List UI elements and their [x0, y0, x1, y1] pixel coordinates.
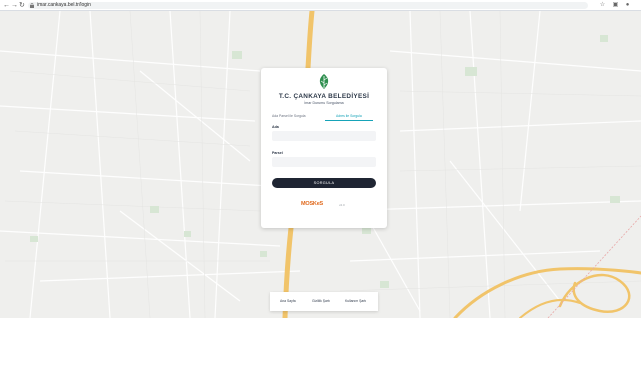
extensions-icon[interactable]: ▣	[612, 2, 619, 9]
brand-version: v2.0	[339, 203, 345, 207]
lock-icon	[30, 3, 34, 8]
parsel-label: Parsel	[272, 151, 283, 155]
page-subtitle: İmar Durumu Sorgulama	[304, 101, 344, 105]
brand-logo: MOSKeS	[301, 201, 324, 207]
footer-link-home[interactable]: Ana Sayfa	[280, 299, 296, 303]
active-tab-indicator	[325, 120, 373, 121]
login-card: T.C. ÇANKAYA BELEDİYESİ İmar Durumu Sorg…	[261, 68, 387, 228]
reload-icon[interactable]: ↻	[19, 1, 25, 10]
footer-links: Ana Sayfa Gizlilik Şartı Kullanım Şartı	[270, 292, 378, 311]
back-icon[interactable]: ←	[3, 1, 10, 10]
url-text: imar.cankaya.bel.tr/login	[37, 2, 91, 8]
page-title: T.C. ÇANKAYA BELEDİYESİ	[278, 93, 370, 100]
address-bar[interactable]: imar.cankaya.bel.tr/login	[28, 2, 588, 9]
ada-input[interactable]	[272, 131, 376, 141]
submit-button[interactable]: SORGULA	[272, 178, 376, 188]
parsel-input[interactable]	[272, 157, 376, 167]
footer-link-terms[interactable]: Kullanım Şartı	[345, 299, 366, 303]
forward-icon[interactable]: →	[11, 1, 18, 10]
browser-toolbar: ← → ↻ imar.cankaya.bel.tr/login ☆ ▣ ●	[0, 0, 641, 11]
footer-link-privacy[interactable]: Gizlilik Şartı	[312, 299, 330, 303]
leaf-logo-icon	[319, 74, 329, 89]
ada-label: Ada	[272, 125, 279, 129]
tab-adres[interactable]: Adres ile Sorgula	[336, 114, 362, 118]
tab-ada-parsel[interactable]: Ada Parsel ile Sorgula	[272, 114, 306, 118]
star-icon[interactable]: ☆	[599, 2, 606, 9]
profile-icon[interactable]: ●	[624, 2, 631, 9]
